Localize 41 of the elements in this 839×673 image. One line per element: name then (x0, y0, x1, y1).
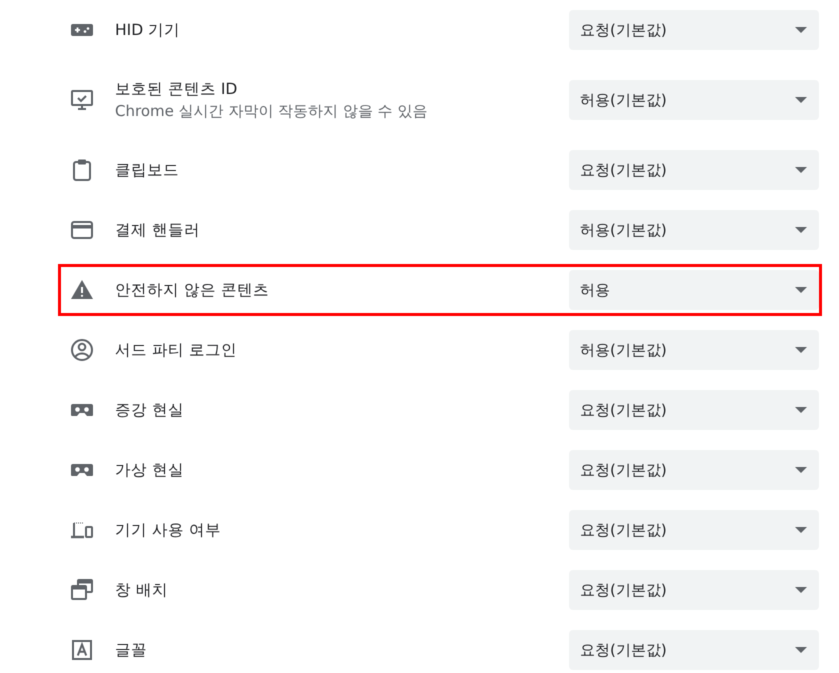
windows-icon (70, 578, 94, 602)
caret-icon (795, 227, 807, 233)
permission-dropdown[interactable]: 요청(기본값) (569, 10, 819, 50)
warning-icon (70, 278, 94, 302)
permission-label: 가상 현실 (115, 460, 185, 481)
permission-label: 보호된 콘텐츠 ID (115, 79, 238, 100)
font-icon (70, 638, 94, 662)
permission-dropdown[interactable]: 요청(기본값) (569, 390, 819, 430)
clipboard-icon (70, 158, 94, 182)
caret-icon (795, 407, 807, 413)
permission-dropdown[interactable]: 요청(기본값) (569, 630, 819, 670)
account-circle-icon (70, 338, 94, 362)
caret-icon (795, 587, 807, 593)
permission-label: 클립보드 (115, 160, 180, 181)
caret-icon (795, 647, 807, 653)
caret-icon (795, 527, 807, 533)
permission-label: 증강 현실 (115, 400, 185, 421)
monitor-check-icon (70, 88, 94, 112)
permission-description: Chrome 실시간 자막이 작동하지 않을 수 있음 (115, 101, 428, 122)
card-icon (70, 218, 94, 242)
permission-dropdown[interactable]: 허용(기본값) (569, 210, 819, 250)
permission-dropdown[interactable]: 요청(기본값) (569, 510, 819, 550)
caret-icon (795, 27, 807, 33)
permission-label: HID 기기 (115, 20, 182, 41)
permission-label: 서드 파티 로그인 (115, 340, 238, 361)
caret-icon (795, 167, 807, 173)
permission-label: 결제 핸들러 (115, 220, 201, 241)
permission-label: 글꼴 (115, 640, 148, 661)
permission-dropdown[interactable]: 요청(기본값) (569, 150, 819, 190)
caret-icon (795, 467, 807, 473)
caret-icon (795, 347, 807, 353)
caret-icon (795, 97, 807, 103)
permission-dropdown[interactable]: 허용(기본값) (569, 330, 819, 370)
permission-dropdown[interactable]: 요청(기본값) (569, 570, 819, 610)
permission-label: 기기 사용 여부 (115, 520, 222, 541)
permission-dropdown[interactable]: 허용(기본값) (569, 80, 819, 120)
permission-dropdown[interactable]: 허용 (569, 270, 819, 310)
permission-label: 창 배치 (115, 580, 169, 601)
permission-label: 안전하지 않은 콘텐츠 (115, 280, 270, 301)
caret-icon (795, 287, 807, 293)
permission-dropdown[interactable]: 요청(기본값) (569, 450, 819, 490)
